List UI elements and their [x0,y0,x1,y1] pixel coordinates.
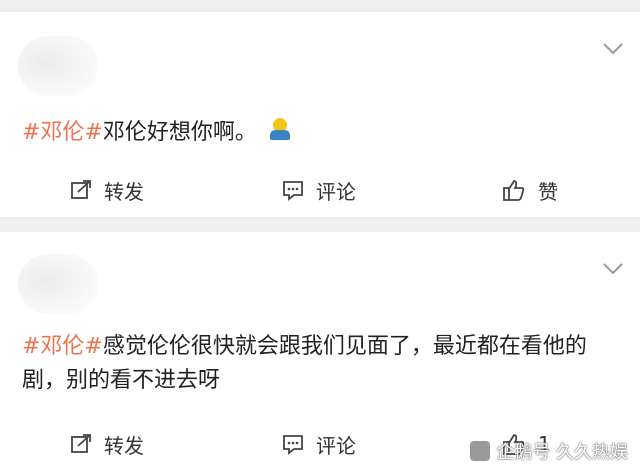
like-label: 赞 [538,179,558,204]
thumbs-up-icon [503,180,525,201]
comment-icon [283,181,303,201]
watermark-text: 企鹅号 久久热娱 [496,442,628,463]
comment-label: 评论 [316,433,356,458]
repost-icon [71,434,91,453]
comment-button[interactable]: 评论 [282,168,356,212]
hashtag-link[interactable]: #邓伦# [22,334,103,359]
hashtag-link[interactable]: #邓伦# [22,120,103,145]
watermark: 企鹅号 久久热娱 [470,438,628,464]
action-bar: 转发 评论 赞 [0,168,640,212]
comment-label: 评论 [316,179,356,204]
avatar[interactable] [18,36,98,96]
comment-button[interactable]: 评论 [282,422,356,466]
repost-button[interactable]: 转发 [70,422,144,466]
post-body: 感觉伦伦很快就会跟我们见面了，最近都在看他的剧，别的看不进去呀 [22,334,587,393]
repost-button[interactable]: 转发 [70,168,144,212]
avatar[interactable] [18,254,98,314]
repost-label: 转发 [104,179,144,204]
post-body: 邓伦好想你啊。 [102,120,257,145]
post-card: #邓伦#感觉伦伦很快就会跟我们见面了，最近都在看他的剧，别的看不进去呀 转发 评… [0,232,640,472]
post-card: #邓伦#邓伦好想你啊。 转发 评论 赞 [0,12,640,217]
like-button[interactable]: 赞 [502,168,558,212]
chevron-down-icon[interactable] [602,42,624,56]
post-text: #邓伦#感觉伦伦很快就会跟我们见面了，最近都在看他的剧，别的看不进去呀 [22,330,620,398]
repost-label: 转发 [104,433,144,458]
person-emoji-icon [267,118,291,142]
repost-icon [71,180,91,199]
penguin-logo-icon [470,441,491,461]
chevron-down-icon[interactable] [602,262,624,276]
comment-icon [283,435,303,455]
post-text: #邓伦#邓伦好想你啊。 [22,116,620,150]
